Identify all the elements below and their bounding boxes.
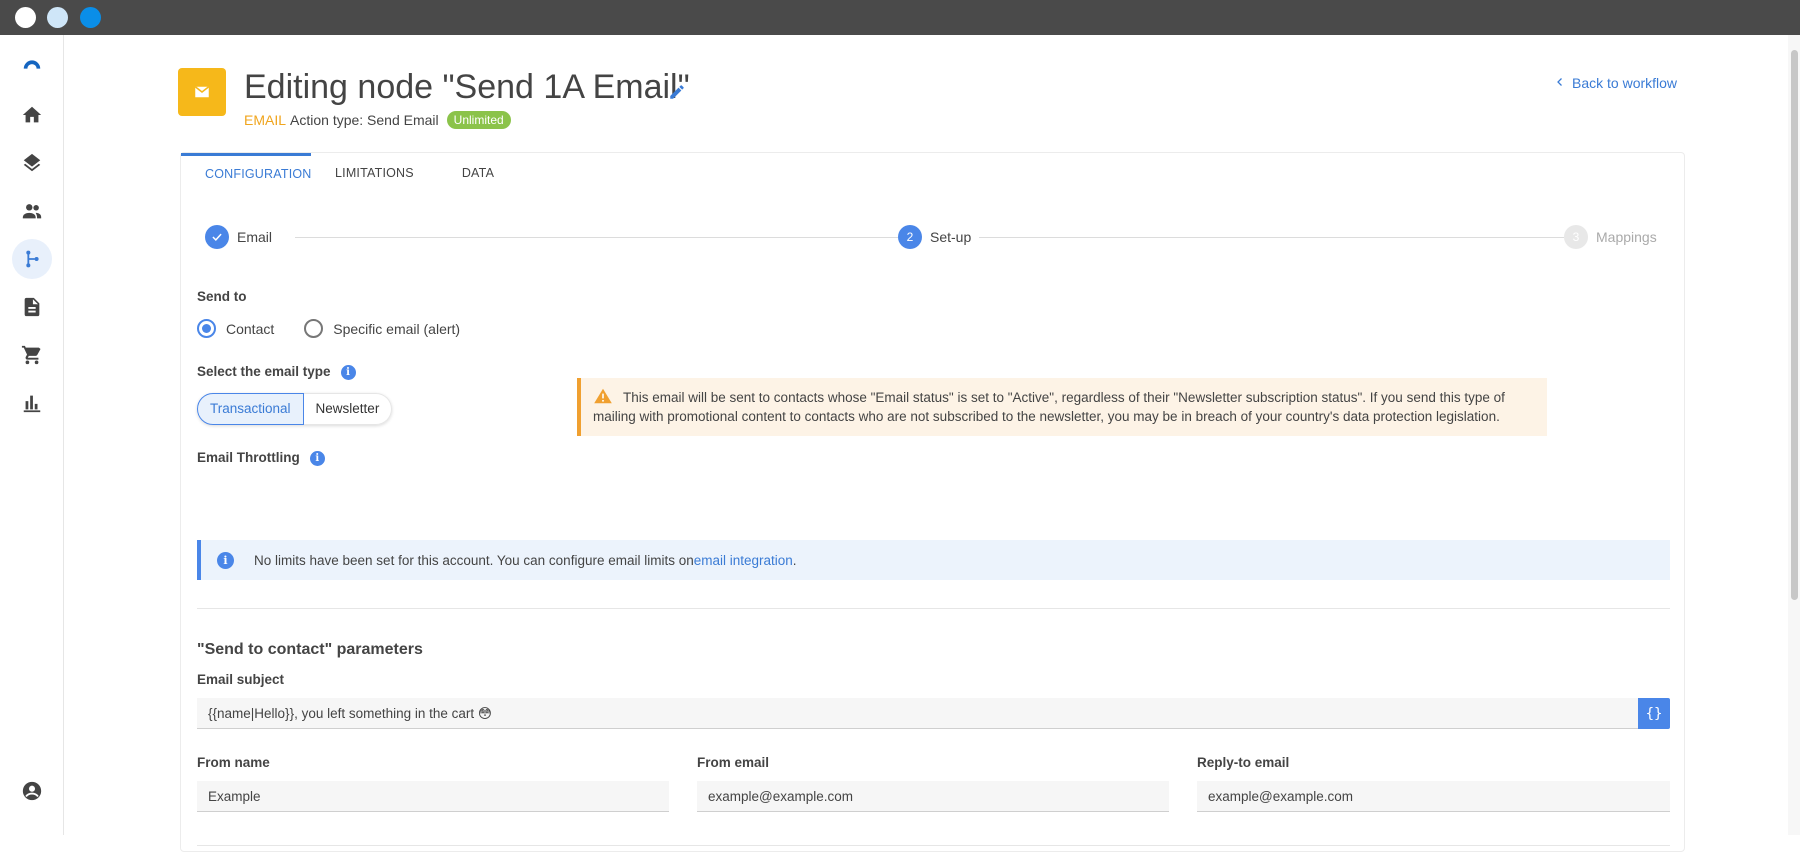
main-content: Editing node "Send 1A Email" EMAIL Actio… [64,35,1788,852]
from-name-input[interactable]: Example [197,781,669,812]
document-icon[interactable] [12,287,52,327]
email-type-label: Select the email type [197,364,331,379]
step-email[interactable]: Email [205,225,281,249]
step-mappings[interactable]: 3 Mappings [1564,225,1665,249]
radio-indicator [197,319,216,338]
radio-label: Specific email (alert) [333,320,461,337]
account-icon[interactable] [12,771,52,811]
check-icon [205,225,229,249]
scrollbar-thumb[interactable] [1791,50,1798,600]
send-to-label: Send to [197,289,247,304]
throttling-info-suffix: . [792,552,797,568]
workflow-icon[interactable] [12,239,52,279]
cart-icon[interactable] [12,335,52,375]
subject-label: Email subject [197,672,285,687]
node-meta: EMAIL Action type: Send Email Unlimited [244,111,511,129]
email-type-heading: Select the email type i [197,364,356,380]
tab-bar: CONFIGURATION LIMITATIONS DATA [181,153,518,193]
parameters-title: "Send to contact" parameters [197,641,423,658]
tab-limitations[interactable]: LIMITATIONS [311,153,438,193]
newsletter-button[interactable]: Newsletter [303,393,393,425]
page-title: Editing node "Send 1A Email" [244,68,690,106]
step-label: Email [237,229,273,245]
email-type-toggle: Transactional Newsletter [197,393,393,425]
node-type-label: EMAIL [244,112,287,128]
page-scrollbar[interactable] [1788,35,1800,835]
step-number: 2 [898,225,922,249]
stepper-connector [295,237,905,238]
pencil-icon[interactable] [668,83,686,101]
chart-icon[interactable] [12,383,52,423]
section-divider [197,845,1670,846]
envelope-icon [178,68,226,116]
home-icon[interactable] [12,95,52,135]
config-card: CONFIGURATION LIMITATIONS DATA Email 2 S… [180,152,1685,852]
radio-indicator [304,319,324,338]
info-icon[interactable]: i [309,450,325,466]
warning-banner: This email will be sent to contacts whos… [577,378,1547,436]
transactional-button[interactable]: Transactional [197,393,304,425]
action-type-label: Action type: Send Email [290,112,439,128]
from-name-label: From name [197,755,270,770]
back-to-workflow-link[interactable]: Back to workflow [1554,75,1677,91]
radio-label: Contact [226,320,275,337]
window-titlebar [0,0,1800,35]
info-icon: i [217,551,234,569]
contacts-icon[interactable] [12,191,52,231]
send-to-radio-group: Contact Specific email (alert) [197,319,490,338]
window-minimize-button[interactable] [47,7,68,28]
from-email-input[interactable]: example@example.com [697,781,1169,812]
status-badge: Unlimited [446,111,511,129]
insert-variable-button[interactable]: {} [1638,698,1670,729]
step-label: Set-up [930,229,972,245]
radio-contact[interactable]: Contact [197,319,274,338]
section-divider [197,608,1670,609]
reply-to-label: Reply-to email [1197,755,1290,770]
logo-icon[interactable] [12,45,52,85]
info-icon[interactable]: i [340,364,356,380]
throttling-label: Email Throttling [197,450,300,465]
tab-data[interactable]: DATA [438,153,518,193]
email-integration-link[interactable]: email integration [694,553,793,568]
reply-to-input[interactable]: example@example.com [1197,781,1670,812]
warning-text: This email will be sent to contacts whos… [593,390,1505,424]
subject-input[interactable]: {{name|Hello}}, you left something in th… [197,698,1638,729]
layers-icon[interactable] [12,143,52,183]
step-label: Mappings [1596,229,1657,245]
from-email-label: From email [697,755,770,770]
throttling-info-text: No limits have been set for this account… [254,552,694,568]
chevron-left-icon [1554,75,1566,91]
stepper-connector [975,237,1625,238]
sidebar [0,35,64,835]
stepper: Email 2 Set-up 3 Mappings [205,225,1665,249]
warning-icon [593,388,613,404]
back-link-label: Back to workflow [1572,75,1678,91]
step-number: 3 [1564,225,1588,249]
throttling-info-box: i No limits have been set for this accou… [197,540,1670,580]
window-close-button[interactable] [15,7,36,28]
window-maximize-button[interactable] [80,7,101,28]
throttling-heading: Email Throttling i [197,450,325,466]
step-setup[interactable]: 2 Set-up [898,225,980,249]
radio-specific-email[interactable]: Specific email (alert) [304,319,460,338]
tab-configuration[interactable]: CONFIGURATION [181,153,311,193]
